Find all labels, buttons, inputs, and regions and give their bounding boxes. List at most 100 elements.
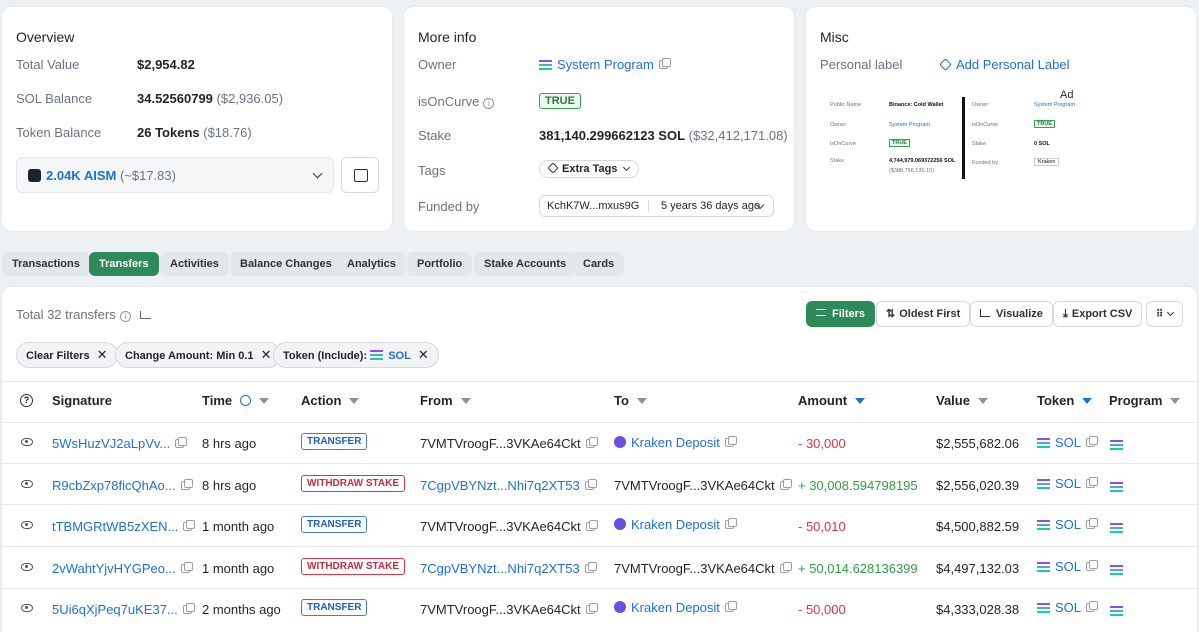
token-link[interactable]: SOL — [1037, 600, 1099, 615]
program-solana-icon[interactable] — [1110, 440, 1123, 450]
eye-icon[interactable] — [21, 480, 33, 488]
sort-icon: ⇅ — [886, 308, 896, 320]
signature-link[interactable]: 5WsHuzVJ2aLpVv... — [52, 436, 188, 451]
oldest-first-button[interactable]: ⇅ Oldest First — [876, 301, 971, 327]
tab-transfers[interactable]: Transfers — [89, 252, 159, 276]
copy-icon[interactable] — [584, 479, 597, 490]
program-solana-icon[interactable] — [1110, 606, 1123, 616]
token-link[interactable]: SOL — [1037, 476, 1099, 491]
copy-icon[interactable] — [180, 562, 193, 573]
copy-icon[interactable] — [585, 603, 598, 614]
clock-icon[interactable] — [240, 395, 252, 406]
from-address[interactable]: 7CgpVBYNzt...Nhi7q2XT53 — [420, 478, 597, 493]
copy-icon[interactable] — [584, 562, 597, 573]
copy-icon[interactable] — [175, 437, 188, 448]
row-divider — [2, 463, 1197, 464]
funded-by-address[interactable]: KchK7W...mxus9G — [547, 196, 639, 216]
column-token[interactable]: Token — [1037, 393, 1093, 408]
tab-balance-changes[interactable]: Balance Changes — [230, 252, 342, 276]
column-to[interactable]: To — [614, 393, 647, 408]
visualize-button[interactable]: Visualize — [970, 301, 1053, 327]
filter-icon-active[interactable] — [855, 398, 866, 404]
from-address[interactable]: 7VMTVroogF...3VKAe64Ckt — [420, 519, 598, 534]
change-amount-chip[interactable]: Change Amount: Min 0.1 ✕ — [115, 342, 282, 368]
close-icon[interactable]: ✕ — [418, 347, 429, 362]
to-address[interactable]: 7VMTVroogF...3VKAe64Ckt — [614, 478, 792, 493]
copy-icon[interactable] — [1086, 477, 1099, 488]
close-icon[interactable]: ✕ — [97, 347, 108, 362]
copy-icon[interactable] — [779, 562, 792, 573]
filter-icon[interactable] — [1170, 398, 1181, 404]
column-amount[interactable]: Amount — [798, 393, 866, 408]
to-address[interactable]: Kraken Deposit — [614, 517, 737, 532]
copy-icon[interactable] — [182, 603, 195, 614]
tab-portfolio[interactable]: Portfolio — [407, 252, 473, 276]
eye-icon[interactable] — [21, 563, 33, 571]
filter-icon[interactable] — [636, 398, 647, 404]
tab-transactions[interactable]: Transactions — [2, 252, 90, 276]
program-solana-icon[interactable] — [1110, 523, 1123, 533]
signature-link[interactable]: tTBMGRtWB5zXEN... — [52, 519, 196, 534]
funded-by-box[interactable]: KchK7W...mxus9G 5 years 36 days ago — [539, 195, 774, 217]
column-time[interactable]: Time — [202, 393, 270, 408]
copy-icon[interactable] — [779, 479, 792, 490]
eye-icon[interactable] — [21, 438, 33, 446]
eye-icon[interactable] — [21, 521, 33, 529]
extra-tags-button[interactable]: Extra Tags — [539, 160, 640, 178]
to-address[interactable]: Kraken Deposit — [614, 600, 737, 615]
column-from[interactable]: From — [420, 393, 471, 408]
copy-icon[interactable] — [1086, 601, 1099, 612]
copy-icon[interactable] — [658, 58, 671, 69]
token-link[interactable]: SOL — [1037, 559, 1099, 574]
to-address[interactable]: Kraken Deposit — [614, 435, 737, 450]
tab-analytics[interactable]: Analytics — [337, 252, 406, 276]
token-include-chip[interactable]: Token (Include): SOL ✕ — [273, 342, 439, 368]
close-icon[interactable]: ✕ — [261, 347, 272, 362]
filter-icon[interactable] — [977, 398, 988, 404]
column-program[interactable]: Program — [1109, 393, 1181, 408]
tab-stake-accounts[interactable]: Stake Accounts — [474, 252, 577, 276]
export-csv-button[interactable]: ⤓ Export CSV — [1053, 301, 1143, 327]
copy-icon[interactable] — [1086, 436, 1099, 447]
signature-link[interactable]: 5Ui6qXjPeq7uKE37... — [52, 602, 195, 617]
filters-button[interactable]: Filters — [806, 301, 876, 327]
filter-icon[interactable] — [259, 398, 270, 404]
clear-filters-chip[interactable]: Clear Filters ✕ — [16, 342, 118, 368]
portfolio-button[interactable] — [341, 157, 379, 193]
to-address[interactable]: 7VMTVroogF...3VKAe64Ckt — [614, 561, 792, 576]
token-select[interactable]: 2.04K AISM (~$17.83) — [16, 157, 334, 193]
token-link[interactable]: SOL — [1037, 517, 1099, 532]
chevron-down-icon — [623, 163, 631, 172]
copy-icon[interactable] — [724, 518, 737, 529]
column-action[interactable]: Action — [301, 393, 360, 408]
chart-icon[interactable] — [140, 311, 152, 319]
copy-icon[interactable] — [585, 520, 598, 531]
copy-icon[interactable] — [724, 601, 737, 612]
ad-banner[interactable]: Public Name Binance: Cold Wallet Owner S… — [826, 97, 1098, 183]
add-personal-label-link[interactable]: Add Personal Label — [939, 57, 1069, 72]
column-settings-button[interactable]: ⠿ — [1146, 301, 1183, 327]
from-address[interactable]: 7CgpVBYNzt...Nhi7q2XT53 — [420, 561, 597, 576]
tab-cards[interactable]: Cards — [573, 252, 625, 276]
program-solana-icon[interactable] — [1110, 482, 1123, 492]
owner-value[interactable]: System Program — [539, 57, 671, 72]
from-address[interactable]: 7VMTVroogF...3VKAe64Ckt — [420, 602, 598, 617]
program-solana-icon[interactable] — [1110, 565, 1123, 575]
tab-activities[interactable]: Activities — [160, 252, 229, 276]
from-address[interactable]: 7VMTVroogF...3VKAe64Ckt — [420, 436, 598, 451]
copy-icon[interactable] — [180, 479, 193, 490]
copy-icon[interactable] — [724, 436, 737, 447]
copy-icon[interactable] — [585, 437, 598, 448]
filter-icon[interactable] — [460, 398, 471, 404]
signature-link[interactable]: R9cbZxp78ficQhAo... — [52, 478, 193, 493]
filter-icon[interactable] — [349, 398, 360, 404]
copy-icon[interactable] — [183, 520, 196, 531]
copy-icon[interactable] — [1086, 560, 1099, 571]
help-icon[interactable]: ? — [20, 394, 33, 407]
token-link[interactable]: SOL — [1037, 435, 1099, 450]
signature-link[interactable]: 2vWahtYjvHYGPeo... — [52, 561, 193, 576]
filter-icon-active[interactable] — [1082, 398, 1093, 404]
column-value[interactable]: Value — [936, 393, 988, 408]
eye-icon[interactable] — [21, 604, 33, 612]
copy-icon[interactable] — [1086, 518, 1099, 529]
